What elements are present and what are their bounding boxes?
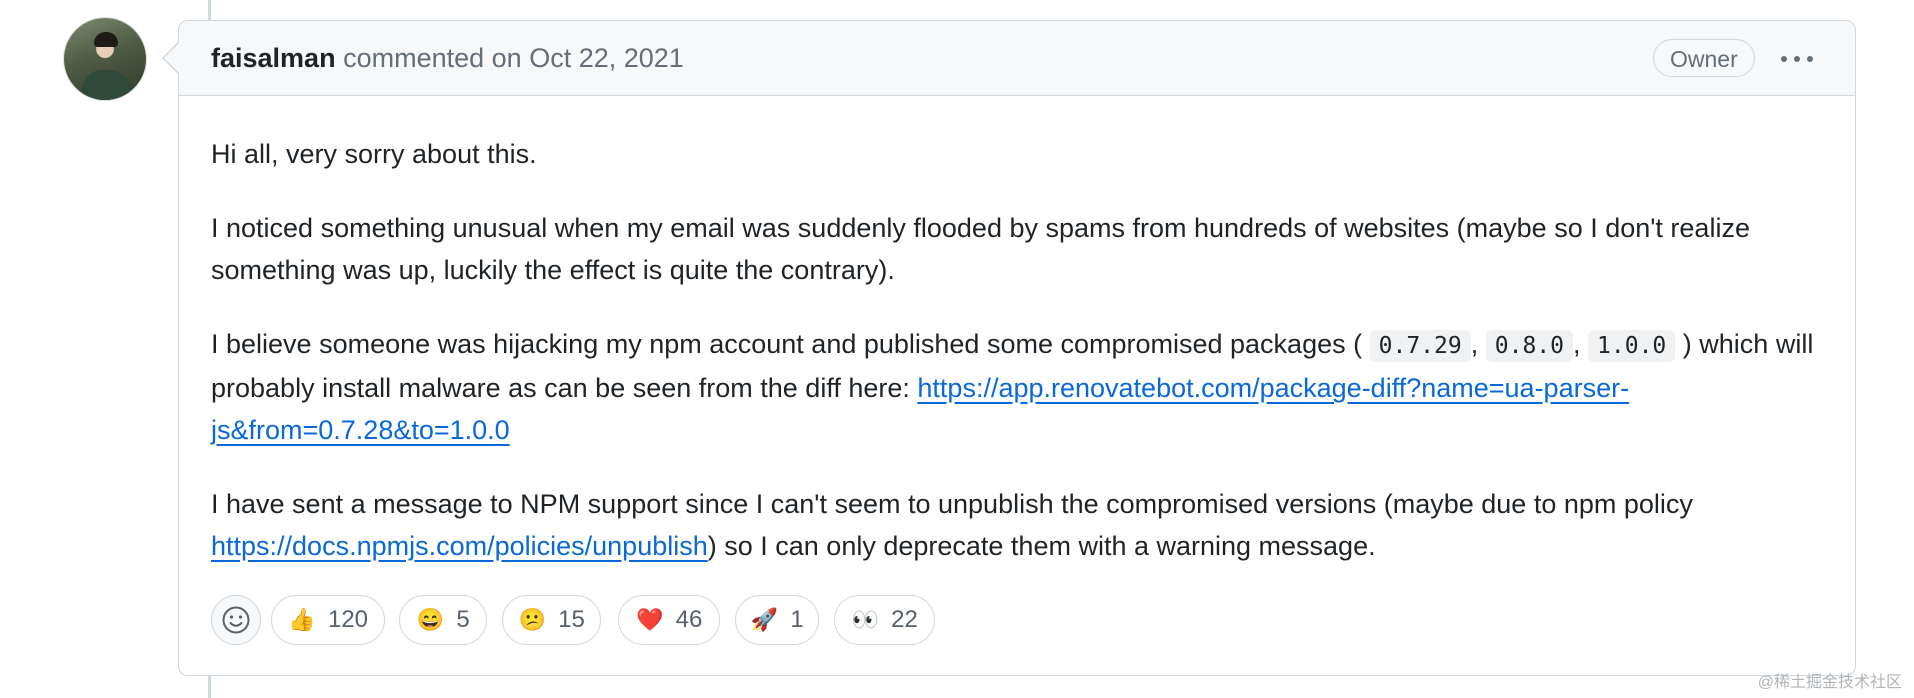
reaction-count: 1 <box>790 606 804 633</box>
paragraph-npm-support: I have sent a message to NPM support sin… <box>211 483 1821 567</box>
reaction-rocket-button[interactable]: 🚀 1 <box>735 595 819 645</box>
reaction-thumbs-up-button[interactable]: 👍 120 <box>271 595 385 645</box>
comment-box: faisalman commented on Oct 22, 2021 Owne… <box>178 20 1856 676</box>
reaction-confused-button[interactable]: 😕 15 <box>502 595 601 645</box>
eyes-icon: 👀 <box>851 607 879 632</box>
version-code: 0.7.29 <box>1369 330 1471 362</box>
more-options-icon[interactable] <box>1777 45 1817 73</box>
rocket-icon: 🚀 <box>750 607 779 632</box>
reaction-laugh-button[interactable]: 😄 5 <box>399 595 487 645</box>
avatar[interactable] <box>64 18 146 100</box>
support-text-2: ) so I can only deprecate them with a wa… <box>707 531 1376 561</box>
reaction-heart-button[interactable]: ❤️ 46 <box>618 595 720 645</box>
comment-action: commented on <box>343 43 522 73</box>
laugh-icon: 😄 <box>416 607 445 632</box>
reaction-count: 5 <box>456 606 470 633</box>
support-text: I have sent a message to NPM support sin… <box>211 489 1693 519</box>
smiley-icon <box>222 606 250 634</box>
thumbs-up-icon: 👍 <box>288 607 316 632</box>
hijack-text: I believe someone was hijacking my npm a… <box>211 329 1363 359</box>
version-code: 1.0.0 <box>1588 330 1676 362</box>
reaction-count: 15 <box>558 606 585 633</box>
version-code: 0.8.0 <box>1485 330 1573 362</box>
paragraph-apology: Hi all, very sorry about this. <box>211 139 537 169</box>
version-separator: , <box>1573 329 1581 359</box>
paragraph-hijack: I believe someone was hijacking my npm a… <box>211 323 1821 451</box>
comment-pointer-fill <box>164 43 179 73</box>
add-reaction-button[interactable] <box>211 595 261 645</box>
paragraph-noticed: I noticed something unusual when my emai… <box>211 213 1750 285</box>
confused-icon: 😕 <box>518 607 546 632</box>
reaction-count: 22 <box>891 606 918 633</box>
heart-icon: ❤️ <box>635 607 664 632</box>
owner-badge: Owner <box>1653 39 1755 77</box>
watermark: @稀土掘金技术社区 <box>1757 674 1902 691</box>
reaction-count: 120 <box>327 606 369 633</box>
author-link[interactable]: faisalman <box>211 43 336 73</box>
npm-policy-link[interactable]: https://docs.npmjs.com/policies/unpublis… <box>211 531 708 561</box>
comment-date[interactable]: Oct 22, 2021 <box>529 43 684 73</box>
comment-body: Hi all, very sorry about this. I noticed… <box>211 133 1821 599</box>
comment-header: faisalman commented on Oct 22, 2021 Owne… <box>179 21 1855 96</box>
reaction-eyes-button[interactable]: 👀 22 <box>834 595 935 645</box>
comment-meta: faisalman commented on Oct 22, 2021 <box>211 41 684 75</box>
reaction-count: 46 <box>675 606 703 633</box>
version-separator: , <box>1470 329 1479 359</box>
